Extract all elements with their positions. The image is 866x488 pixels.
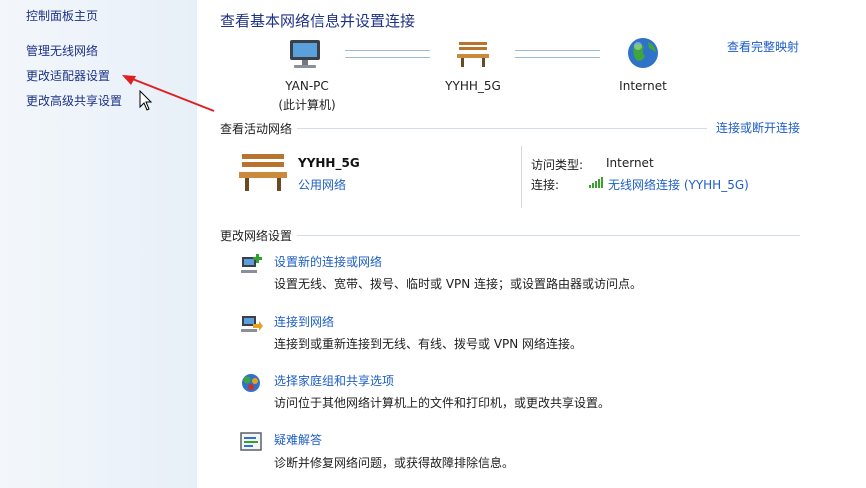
connect-to-network-link[interactable]: 连接到网络 bbox=[274, 313, 334, 330]
sidebar-item-change-adapter-settings[interactable]: 更改适配器设置 bbox=[26, 67, 110, 84]
new-connection-icon bbox=[241, 254, 262, 273]
setup-new-connection-desc: 设置无线、宽带、拨号、临时或 VPN 连接；或设置路由器或访问点。 bbox=[274, 277, 643, 291]
mouse-cursor-icon bbox=[139, 90, 153, 111]
page-title: 查看基本网络信息并设置连接 bbox=[220, 12, 416, 30]
computer-icon bbox=[290, 40, 320, 68]
globe-icon bbox=[628, 38, 658, 68]
connect-to-network-desc: 连接到或重新连接到无线、有线、拨号或 VPN 网络连接。 bbox=[274, 337, 583, 351]
network-name: YYHH_5G bbox=[298, 156, 360, 170]
setup-new-connection-link[interactable]: 设置新的连接或网络 bbox=[274, 253, 382, 270]
troubleshoot-desc: 诊断并修复网络问题，或获得故障排除信息。 bbox=[274, 456, 515, 470]
view-full-map-link[interactable]: 查看完整映射 bbox=[727, 38, 799, 55]
connect-disconnect-link[interactable]: 连接或断开连接 bbox=[716, 119, 800, 136]
map-connector-line bbox=[345, 50, 430, 58]
wifi-signal-icon bbox=[589, 177, 603, 188]
node-sublabel-computer: (此计算机) bbox=[278, 98, 336, 112]
connection-label: 连接: bbox=[531, 178, 560, 192]
section-divider bbox=[297, 235, 800, 236]
network-type-link[interactable]: 公用网络 bbox=[298, 176, 346, 193]
sidebar-item-control-panel-home[interactable]: 控制面板主页 bbox=[26, 7, 98, 24]
access-type-value: Internet bbox=[606, 156, 654, 170]
troubleshoot-link[interactable]: 疑难解答 bbox=[274, 431, 322, 448]
vertical-divider bbox=[521, 146, 522, 208]
homegroup-sharing-link[interactable]: 选择家庭组和共享选项 bbox=[274, 372, 394, 389]
sidebar-item-manage-wireless[interactable]: 管理无线网络 bbox=[26, 42, 98, 59]
node-label-internet: Internet bbox=[619, 79, 667, 93]
troubleshoot-icon bbox=[240, 432, 262, 451]
node-label-network: YYHH_5G bbox=[445, 79, 501, 93]
section-divider bbox=[297, 128, 707, 129]
node-label-computer: YAN-PC bbox=[285, 79, 329, 93]
main-content: 查看基本网络信息并设置连接 查看完整映射 YAN-PC (此计算机) YYHH_… bbox=[197, 0, 866, 488]
active-networks-heading: 查看活动网络 bbox=[220, 122, 293, 136]
sidebar-item-advanced-sharing[interactable]: 更改高级共享设置 bbox=[26, 92, 122, 109]
access-type-label: 访问类型: bbox=[531, 158, 584, 172]
bench-icon bbox=[239, 154, 287, 191]
connection-link[interactable]: 无线网络连接 (YYHH_5G) bbox=[608, 176, 749, 193]
change-settings-heading: 更改网络设置 bbox=[220, 229, 293, 243]
homegroup-sharing-desc: 访问位于其他网络计算机上的文件和打印机，或更改共享设置。 bbox=[274, 396, 611, 410]
connect-network-icon bbox=[241, 316, 263, 332]
map-connector-line bbox=[515, 50, 600, 58]
homegroup-icon bbox=[242, 374, 260, 392]
bench-icon bbox=[457, 42, 489, 67]
